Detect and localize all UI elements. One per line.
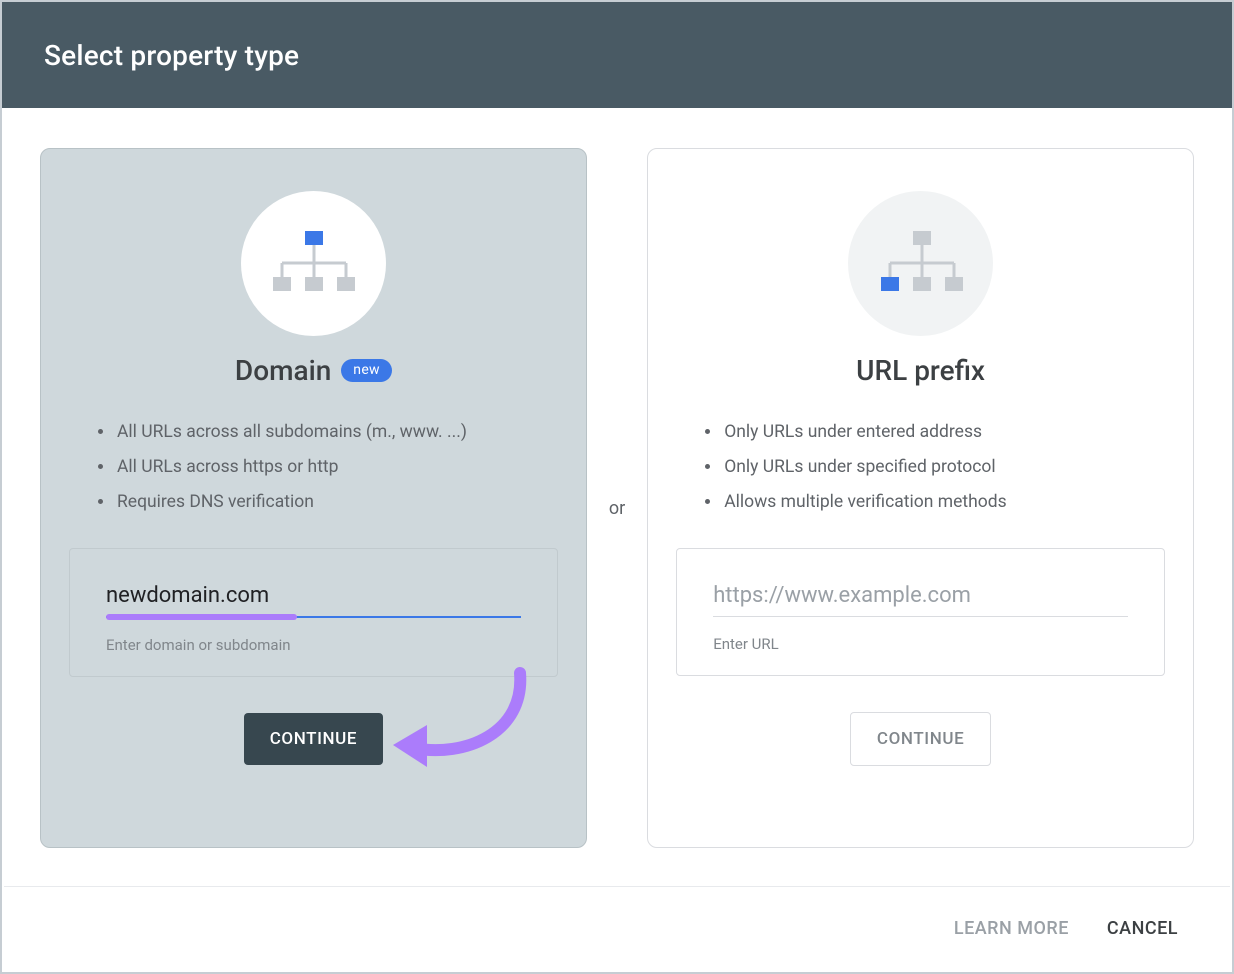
domain-continue-button[interactable]: CONTINUE (244, 713, 383, 765)
domain-title-text: Domain (235, 354, 331, 387)
domain-feature: Requires DNS verification (115, 485, 558, 520)
dialog-body: Domain new All URLs across all subdomain… (2, 108, 1232, 868)
domain-feature: All URLs across https or http (115, 450, 558, 485)
sitemap-icon (241, 191, 386, 336)
sitemap-icon (848, 191, 993, 336)
input-underline (713, 616, 1128, 617)
domain-card-title: Domain new (235, 354, 392, 387)
url-feature: Only URLs under specified protocol (722, 450, 1165, 485)
cancel-button[interactable]: CANCEL (1107, 918, 1178, 939)
url-feature: Allows multiple verification methods (722, 485, 1165, 520)
new-badge: new (341, 359, 392, 382)
input-underline (106, 616, 521, 618)
domain-button-row: CONTINUE (69, 713, 558, 765)
url-prefix-card[interactable]: URL prefix Only URLs under entered addre… (647, 148, 1194, 848)
url-feature: Only URLs under entered address (722, 415, 1165, 450)
url-input-container: Enter URL (676, 548, 1165, 676)
dialog-footer: LEARN MORE CANCEL (4, 886, 1230, 970)
dialog-title: Select property type (44, 39, 299, 72)
highlight-annotation (106, 614, 297, 620)
domain-features: All URLs across all subdomains (m., www.… (69, 415, 558, 520)
domain-input-helper: Enter domain or subdomain (106, 636, 521, 654)
url-features: Only URLs under entered address Only URL… (676, 415, 1165, 520)
domain-input-container: Enter domain or subdomain (69, 548, 558, 677)
domain-card[interactable]: Domain new All URLs across all subdomain… (40, 148, 587, 848)
domain-input[interactable] (106, 581, 521, 616)
learn-more-link[interactable]: LEARN MORE (954, 918, 1069, 939)
url-continue-button[interactable]: CONTINUE (850, 712, 991, 766)
url-title-text: URL prefix (856, 354, 985, 387)
url-input[interactable] (713, 581, 1128, 616)
dialog: Select property type Domain (0, 0, 1234, 974)
or-separator: or (609, 498, 625, 519)
url-card-title: URL prefix (856, 354, 985, 387)
domain-feature: All URLs across all subdomains (m., www.… (115, 415, 558, 450)
dialog-header: Select property type (2, 2, 1232, 108)
url-input-helper: Enter URL (713, 635, 1128, 653)
url-button-row: CONTINUE (676, 712, 1165, 766)
arrow-annotation-icon (385, 663, 545, 783)
